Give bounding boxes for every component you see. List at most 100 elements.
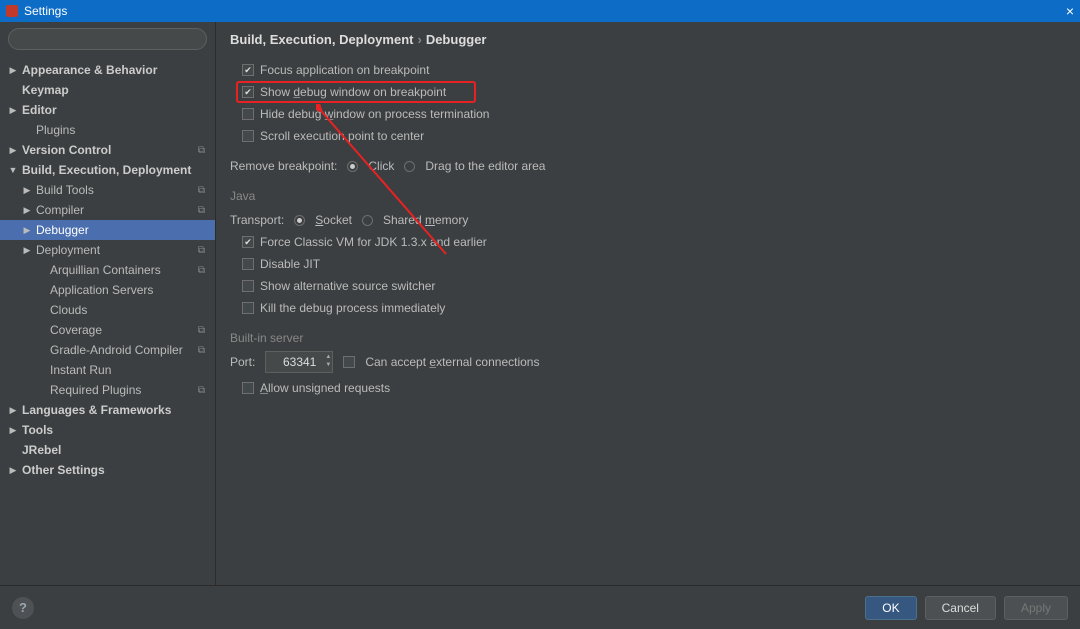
footer: ? OK Cancel Apply [0, 585, 1080, 629]
sidebar: 🔍 Appearance & BehaviorKeymapEditorPlugi… [0, 22, 216, 585]
tree-item-label: Appearance & Behavior [22, 63, 157, 77]
close-icon[interactable]: × [1066, 3, 1074, 19]
checkbox-unsigned-requests[interactable] [242, 382, 254, 394]
tree-item-build-execution-deployment[interactable]: Build, Execution, Deployment [0, 160, 215, 180]
chevron-icon[interactable] [8, 465, 18, 476]
tree-item-jrebel[interactable]: JRebel [0, 440, 215, 460]
cancel-button[interactable]: Cancel [925, 596, 996, 620]
checkbox-disable-jit[interactable] [242, 258, 254, 270]
tree-item-plugins[interactable]: Plugins [0, 120, 215, 140]
checkbox-scroll-center[interactable] [242, 130, 254, 142]
chevron-icon[interactable] [22, 205, 32, 216]
tree-item-keymap[interactable]: Keymap [0, 80, 215, 100]
label-disable-jit[interactable]: Disable JIT [260, 257, 320, 271]
checkbox-alt-source-switcher[interactable] [242, 280, 254, 292]
tree-item-editor[interactable]: Editor [0, 100, 215, 120]
project-scope-icon: ⧉ [198, 245, 207, 256]
tree-item-label: Application Servers [50, 283, 153, 297]
tree-item-build-tools[interactable]: Build Tools⧉ [0, 180, 215, 200]
chevron-icon[interactable] [8, 105, 18, 116]
project-scope-icon: ⧉ [198, 325, 207, 336]
radio-transport-socket[interactable] [294, 215, 305, 226]
radio-remove-click[interactable] [347, 161, 358, 172]
tree-item-required-plugins[interactable]: Required Plugins ⧉ [0, 380, 215, 400]
tree-item-arquillian-containers[interactable]: Arquillian Containers ⧉ [0, 260, 215, 280]
tree-item-label: Other Settings [22, 463, 105, 477]
label-kill-debug[interactable]: Kill the debug process immediately [260, 301, 445, 315]
project-scope-icon: ⧉ [198, 385, 207, 396]
app-icon [6, 5, 18, 17]
port-input[interactable] [265, 351, 333, 373]
chevron-icon[interactable] [8, 405, 18, 416]
label-force-classic-vm[interactable]: Force Classic VM for JDK 1.3.x and earli… [260, 235, 487, 249]
tree-item-version-control[interactable]: Version Control ⧉ [0, 140, 215, 160]
tree-item-instant-run[interactable]: Instant Run [0, 360, 215, 380]
label-unsigned-requests[interactable]: Allow unsigned requests [260, 381, 390, 395]
project-scope-icon: ⧉ [198, 345, 207, 356]
tree-item-languages-frameworks[interactable]: Languages & Frameworks [0, 400, 215, 420]
checkbox-external-connections[interactable] [343, 356, 355, 368]
chevron-icon[interactable] [22, 185, 32, 196]
tree-item-appearance-behavior[interactable]: Appearance & Behavior [0, 60, 215, 80]
radio-transport-shared[interactable] [362, 215, 373, 226]
label-transport-shared[interactable]: Shared memory [383, 213, 468, 227]
chevron-icon[interactable] [22, 225, 32, 236]
label-external-connections[interactable]: Can accept external connections [365, 355, 539, 369]
project-scope-icon: ⧉ [198, 145, 207, 156]
tree-item-compiler[interactable]: Compiler ⧉ [0, 200, 215, 220]
checkbox-show-debug-window[interactable] [242, 86, 254, 98]
label-remove-click[interactable]: Click [368, 159, 394, 173]
tree-item-label: Compiler [36, 203, 84, 217]
chevron-icon[interactable] [8, 65, 18, 76]
port-spinner[interactable]: ▲▼ [325, 353, 331, 369]
title-bar: Settings × [0, 0, 1080, 22]
checkbox-hide-window[interactable] [242, 108, 254, 120]
chevron-icon[interactable] [8, 145, 18, 156]
tree-item-label: Gradle-Android Compiler [50, 343, 183, 357]
tree-item-label: Instant Run [50, 363, 111, 377]
apply-button[interactable]: Apply [1004, 596, 1068, 620]
tree-item-coverage[interactable]: Coverage ⧉ [0, 320, 215, 340]
tree-item-label: Arquillian Containers [50, 263, 161, 277]
project-scope-icon: ⧉ [198, 265, 207, 276]
breadcrumb: Build, Execution, Deployment›Debugger [216, 22, 1080, 53]
tree-item-tools[interactable]: Tools [0, 420, 215, 440]
tree-item-deployment[interactable]: Deployment⧉ [0, 240, 215, 260]
label-alt-source-switcher[interactable]: Show alternative source switcher [260, 279, 435, 293]
radio-remove-drag[interactable] [404, 161, 415, 172]
tree-item-debugger[interactable]: Debugger [0, 220, 215, 240]
checkbox-kill-debug[interactable] [242, 302, 254, 314]
label-show-debug-window[interactable]: Show debug window on breakpoint [260, 85, 446, 99]
tree-item-label: Required Plugins [50, 383, 141, 397]
label-transport-socket[interactable]: Socket [315, 213, 352, 227]
tree-item-label: Debugger [36, 223, 89, 237]
tree-item-label: JRebel [22, 443, 61, 457]
tree-item-gradle-android-compiler[interactable]: Gradle-Android Compiler ⧉ [0, 340, 215, 360]
chevron-icon[interactable] [8, 425, 18, 436]
checkbox-focus-breakpoint[interactable] [242, 64, 254, 76]
label-scroll-center[interactable]: Scroll execution point to center [260, 129, 424, 143]
chevron-icon[interactable] [22, 245, 32, 256]
tree-item-label: Coverage [50, 323, 102, 337]
label-hide-window[interactable]: Hide debug window on process termination [260, 107, 489, 121]
settings-tree: Appearance & Behavior Keymap EditorPlugins… [0, 56, 215, 585]
search-input[interactable] [8, 28, 207, 50]
project-scope-icon: ⧉ [198, 205, 207, 216]
tree-item-label: Keymap [22, 83, 69, 97]
tree-item-label: Clouds [50, 303, 87, 317]
label-focus-breakpoint[interactable]: Focus application on breakpoint [260, 63, 429, 77]
checkbox-force-classic-vm[interactable] [242, 236, 254, 248]
tree-item-application-servers[interactable]: Application Servers [0, 280, 215, 300]
tree-item-label: Version Control [22, 143, 111, 157]
label-remove-drag[interactable]: Drag to the editor area [425, 159, 545, 173]
ok-button[interactable]: OK [865, 596, 916, 620]
tree-item-label: Build, Execution, Deployment [22, 163, 191, 177]
tree-item-label: Languages & Frameworks [22, 403, 171, 417]
tree-item-other-settings[interactable]: Other Settings [0, 460, 215, 480]
chevron-icon[interactable] [8, 165, 18, 175]
main-panel: Build, Execution, Deployment›Debugger Fo… [216, 22, 1080, 585]
tree-item-clouds[interactable]: Clouds [0, 300, 215, 320]
help-button[interactable]: ? [12, 597, 34, 619]
remove-breakpoint-label: Remove breakpoint: [230, 159, 337, 173]
tree-item-label: Tools [22, 423, 53, 437]
